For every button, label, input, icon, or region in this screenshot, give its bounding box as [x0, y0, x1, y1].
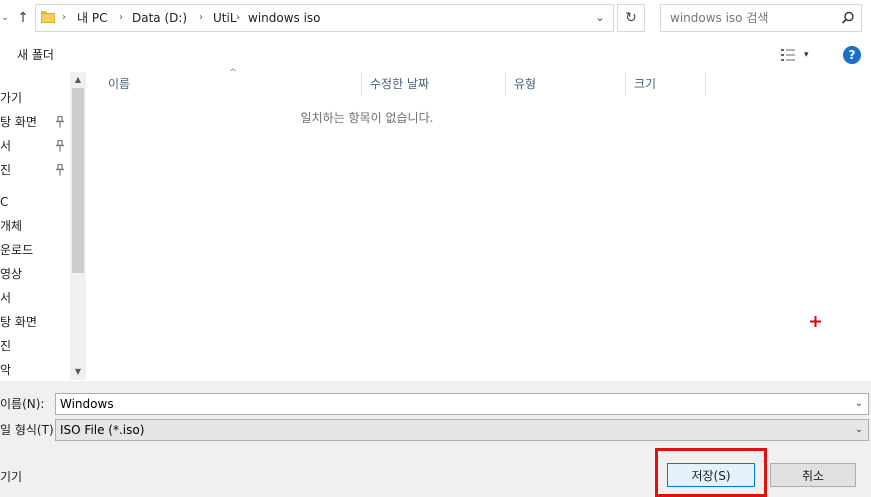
breadcrumb-data-drive[interactable]: Data (D:) [132, 5, 187, 31]
details-view-icon[interactable] [780, 48, 796, 62]
navigation-row: ⌄ ↑ › 내 PC › Data (D:) › UtiL › windows … [0, 0, 871, 36]
breadcrumb-separator[interactable]: › [119, 5, 123, 31]
filename-combobox[interactable]: Windows ⌄ [55, 393, 869, 415]
folder-icon [41, 11, 55, 23]
search-input[interactable] [661, 5, 831, 31]
breadcrumb-separator[interactable]: › [199, 5, 203, 31]
chevron-down-icon[interactable]: ⌄ [852, 394, 866, 414]
file-list[interactable]: 이름 ^ 수정한 날짜 유형 크기 일치하는 항목이 없습니다. [87, 68, 871, 380]
column-header-type[interactable]: 유형 [506, 72, 626, 96]
pin-icon [54, 115, 66, 130]
nav-item-desktop[interactable]: 탕 화면 [0, 311, 37, 333]
pin-icon [54, 163, 66, 178]
filetype-select[interactable]: ISO File (*.iso) ⌄ [55, 419, 869, 441]
column-header-size[interactable]: 크기 [626, 72, 706, 96]
chevron-down-icon[interactable]: ⌄ [852, 420, 866, 440]
scroll-down-arrow-icon[interactable]: ▼ [70, 364, 86, 380]
filename-label: 이름(N): [0, 397, 45, 411]
filetype-value: ISO File (*.iso) [60, 423, 145, 437]
filetype-label: 일 형식(T): [0, 423, 58, 437]
help-icon[interactable]: ? [843, 46, 861, 64]
breadcrumb-separator[interactable]: › [62, 5, 66, 31]
crosshair-cursor-icon [809, 315, 822, 328]
up-arrow-icon[interactable]: ↑ [14, 8, 32, 28]
refresh-icon[interactable]: ↻ [617, 4, 645, 32]
save-button-highlight-annotation [655, 448, 767, 497]
nav-item-videos[interactable]: 영상 [0, 263, 22, 285]
pin-icon [54, 139, 66, 154]
view-dropdown-icon[interactable]: ▾ [804, 48, 814, 62]
recent-locations-chevron-icon[interactable]: ⌄ [0, 10, 10, 26]
sort-ascending-icon: ^ [229, 68, 237, 78]
address-dropdown-chevron-icon[interactable]: ⌄ [587, 5, 613, 31]
nav-item-this-pc[interactable]: C [0, 191, 8, 213]
breadcrumb-this-pc[interactable]: 내 PC [77, 5, 107, 31]
filename-input[interactable]: Windows [60, 394, 114, 414]
nav-item-downloads[interactable]: 운로드 [0, 239, 33, 261]
nav-item-desktop-pinned[interactable]: 탕 화면 [0, 111, 37, 133]
empty-folder-message: 일치하는 항목이 없습니다. [300, 111, 434, 125]
nav-item-music[interactable]: 악 [0, 359, 11, 381]
cancel-button[interactable]: 취소 [770, 463, 856, 487]
scroll-up-arrow-icon[interactable]: ▲ [70, 72, 86, 88]
breadcrumb-separator[interactable]: › [236, 5, 240, 31]
new-folder-button[interactable]: 새 폴더 [17, 46, 54, 64]
nav-scrollbar-thumb[interactable] [72, 88, 84, 273]
nav-item-documents-pinned[interactable]: 서 [0, 135, 11, 157]
address-bar[interactable]: › 내 PC › Data (D:) › UtiL › windows iso … [35, 4, 614, 32]
search-icon[interactable] [841, 11, 855, 25]
breadcrumb-util[interactable]: UtiL [213, 5, 237, 31]
toolbar: 새 폴더 ▾ ? [0, 40, 871, 70]
search-box[interactable] [660, 4, 862, 32]
nav-item-3d-objects[interactable]: 개체 [0, 215, 22, 237]
nav-item-documents[interactable]: 서 [0, 287, 11, 309]
nav-item-pictures-pinned[interactable]: 진 [0, 159, 11, 181]
hide-folders-toggle[interactable]: 기기 [0, 467, 22, 487]
nav-item-pictures[interactable]: 진 [0, 335, 11, 357]
breadcrumb-windows-iso[interactable]: windows iso [248, 5, 321, 31]
column-header-date-modified[interactable]: 수정한 날짜 [362, 72, 506, 96]
nav-item-quick-access[interactable]: 가기 [0, 87, 22, 109]
